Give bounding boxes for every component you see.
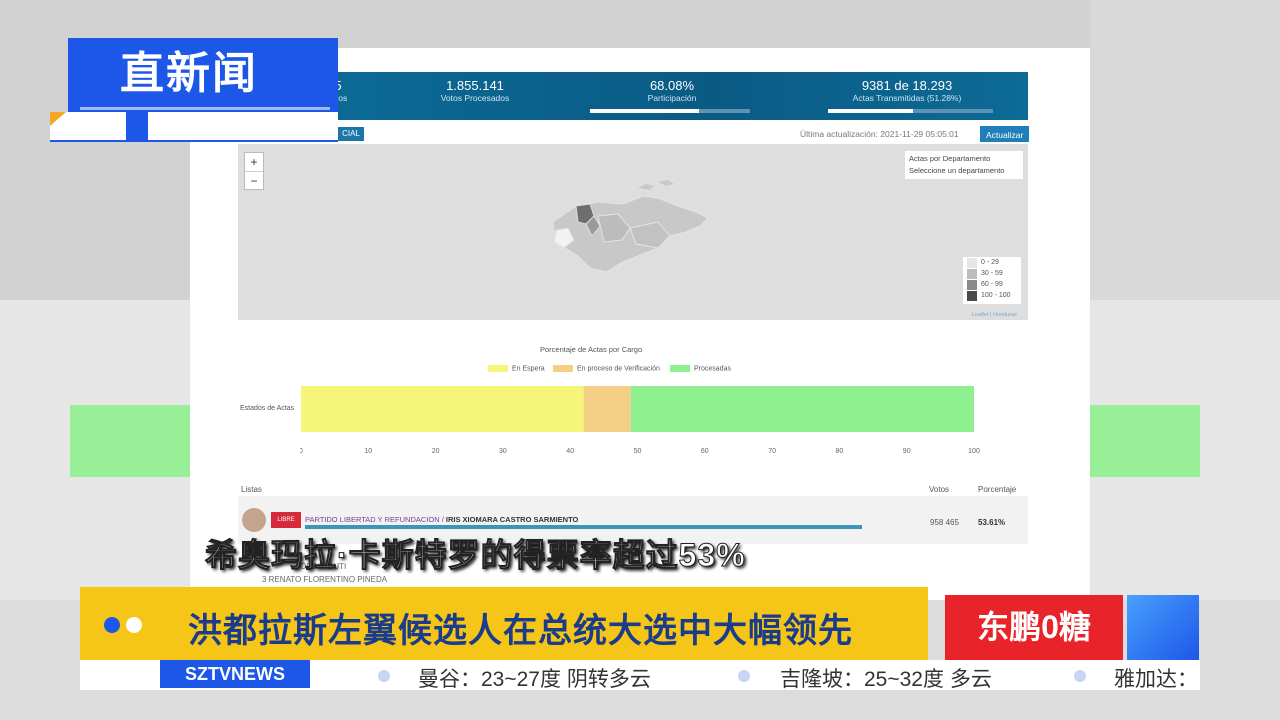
ticker-dot-icon: [378, 670, 390, 682]
stat-label: Actas Transmitidas (51.28%): [852, 93, 962, 103]
legend-row: 30 - 59: [963, 268, 1021, 279]
x-tick-label: 50: [634, 448, 642, 455]
logo-block: [126, 112, 148, 140]
col-header-votos: Votos: [929, 485, 950, 494]
legend-row: 0 - 29: [963, 257, 1021, 268]
participation-progress: [590, 109, 750, 113]
background-blur-right: [1090, 0, 1280, 300]
logo-accent: [50, 112, 66, 126]
map-info-title: Actas por Departamento: [909, 154, 991, 163]
vote-share-bar: [305, 525, 862, 529]
map-attribution[interactable]: Leaflet | Honduras: [972, 312, 1017, 318]
refresh-button[interactable]: Actualizar: [980, 126, 1029, 142]
chart-legend-item: En proceso de Verificación: [553, 365, 660, 372]
stat-label: Votos Procesados: [440, 93, 510, 103]
last-update-text: Última actualización: 2021-11-29 05:05:0…: [800, 129, 959, 139]
x-tick-label: 60: [701, 448, 709, 455]
stat-label: Participación: [647, 93, 697, 103]
sponsor-wave-graphic: [1127, 595, 1199, 660]
stat-actas-transmitidas: 9381 de 18.293 Actas Transmitidas (51.28…: [832, 78, 982, 103]
weather-item: 曼谷：23~27度 阴转多云: [418, 668, 651, 691]
x-tick-label: 90: [903, 448, 911, 455]
candidate-percentage: 53.61%: [978, 518, 1006, 527]
weather-item: 雅加达：: [1114, 668, 1198, 691]
zoom-in-button[interactable]: +: [245, 153, 263, 172]
map-info-hint: Seleccione un departamento: [909, 166, 1005, 175]
background-green-blur-right: [1090, 405, 1200, 477]
legend-label: 0 - 29: [981, 259, 999, 266]
legend-label: 30 - 59: [981, 270, 1003, 277]
sponsor-logo: 东鹏0糖: [945, 595, 1123, 660]
news-headline-bar: 洪都拉斯左翼候选人在总统大选中大幅领先: [80, 587, 928, 660]
logo-underline: [80, 107, 330, 110]
actas-progress: [828, 109, 993, 113]
legend-label: En Espera: [512, 365, 545, 373]
chart-legend-item: Procesadas: [670, 365, 731, 372]
legend-swatch: [967, 280, 977, 290]
x-tick-label: 20: [432, 448, 440, 455]
stat-participacion: 68.08% Participación: [625, 78, 719, 103]
chart-legend-item: En Espera: [488, 365, 545, 372]
background-green-blur-left: [70, 405, 190, 477]
ticker-dot-icon: [1074, 670, 1086, 682]
island-shape[interactable]: [638, 184, 654, 190]
headline-dot-icon: [104, 617, 120, 633]
ticker-dot-icon: [738, 670, 750, 682]
stat-value: 9381 de 18.293: [861, 78, 953, 93]
legend-swatch: [967, 258, 977, 268]
map-zoom-control: + −: [244, 152, 264, 190]
logo-bar: [50, 112, 338, 142]
stat-value: 68.08%: [649, 78, 695, 93]
stats-header: 5 ados 1.855.141 Votos Procesados 68.08%…: [240, 72, 1028, 120]
video-subtitle: 希奥玛拉·卡斯特罗的得票率超过53%: [205, 537, 746, 574]
stat-votos: 1.855.141 Votos Procesados: [430, 78, 520, 103]
candidate-avatar: [242, 508, 266, 532]
x-tick-label: 70: [768, 448, 776, 455]
progress-fill: [828, 109, 913, 113]
stat-value: 1.855.141: [446, 78, 504, 93]
brand-label: SZTVNEWS: [160, 660, 310, 688]
col-header-listas: Listas: [241, 485, 262, 494]
tab-oficial[interactable]: CIAL: [338, 127, 364, 141]
legend-row: 100 - 100: [963, 290, 1021, 301]
x-tick-label: 100: [968, 448, 980, 455]
weather-item: 吉隆坡：25~32度 多云: [780, 668, 992, 691]
bar-segment-en-espera[interactable]: [301, 386, 584, 432]
x-tick-label: 80: [836, 448, 844, 455]
progress-fill: [590, 109, 699, 113]
headline-text: 洪都拉斯左翼候选人在总统大选中大幅领先: [188, 612, 853, 650]
map-legend: 0 - 29 30 - 59 60 - 99 100 - 100: [963, 257, 1021, 304]
chart-category-label: Estados de Actas: [240, 405, 295, 412]
bar-segment-en-proceso-de-verificaci-n[interactable]: [583, 386, 631, 432]
legend-swatch: [488, 365, 508, 372]
col-header-porcentaje: Porcentaje: [978, 485, 1017, 494]
x-tick-label: 30: [499, 448, 507, 455]
legend-swatch: [670, 365, 690, 372]
headline-dot-icon: [126, 617, 142, 633]
party-candidate-label: PARTIDO LIBERTAD Y REFUNDACION / IRIS XI…: [305, 515, 578, 524]
x-tick-label: 0: [300, 448, 303, 455]
candidate-name: IRIS XIOMARA CASTRO SARMIENTO: [445, 515, 579, 524]
party-flag-icon: LIBRE: [271, 512, 301, 528]
bar-segment-procesadas[interactable]: [630, 386, 974, 432]
legend-swatch: [967, 291, 977, 301]
obscured-row-text: 3 RENATO FLORENTINO PINEDA: [262, 575, 388, 584]
x-tick-label: 40: [566, 448, 574, 455]
x-tick-label: 10: [364, 448, 372, 455]
island-shape[interactable]: [658, 180, 674, 186]
legend-label: 100 - 100: [981, 292, 1011, 299]
stacked-bar-chart: 0 10 20 30 40 50 60 70 80 90 100: [300, 386, 980, 455]
legend-label: Procesadas: [694, 365, 731, 373]
legend-label: 60 - 99: [981, 281, 1003, 288]
legend-swatch: [967, 269, 977, 279]
legend-row: 60 - 99: [963, 279, 1021, 290]
map-info-box: Actas por Departamento Seleccione un dep…: [905, 151, 1023, 179]
legend-label: En proceso de Verificación: [577, 365, 660, 373]
candidate-votes: 958 465: [930, 518, 959, 527]
legend-swatch: [553, 365, 573, 372]
chart-title: Porcentaje de Actas por Cargo: [540, 345, 643, 354]
channel-logo: 直新闻: [120, 49, 258, 98]
party-name: PARTIDO LIBERTAD Y REFUNDACION /: [305, 515, 446, 524]
zoom-out-button[interactable]: −: [245, 172, 263, 190]
